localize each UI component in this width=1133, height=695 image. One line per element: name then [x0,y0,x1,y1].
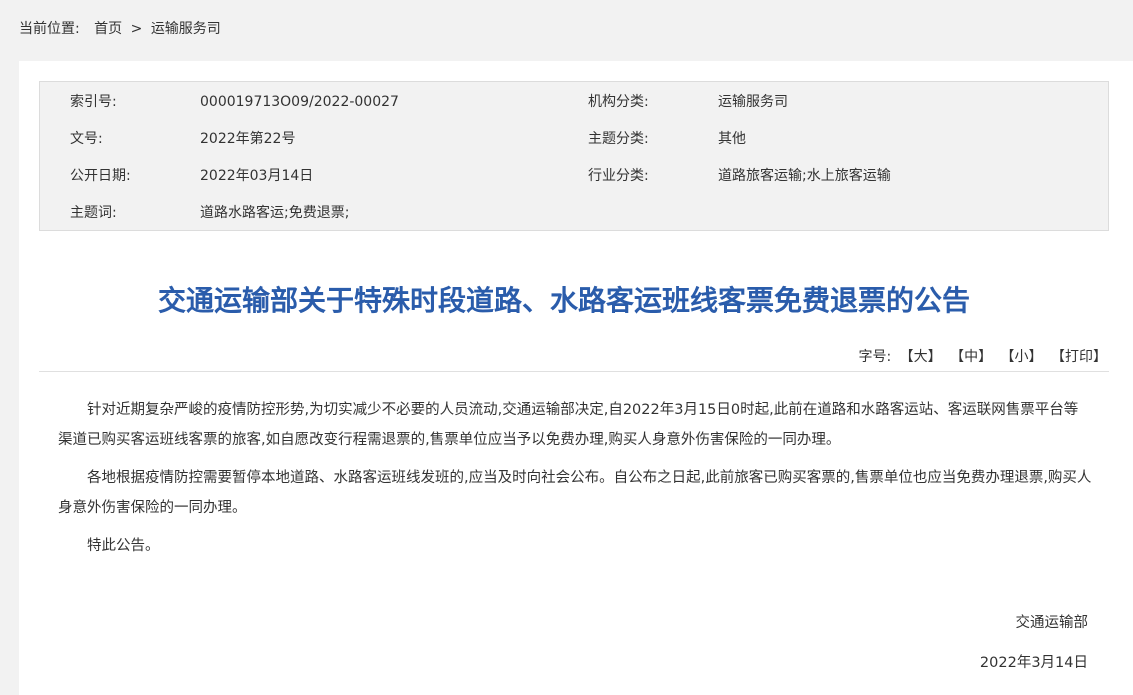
metadata-table: 索引号: 000019713O09/2022-00027 机构分类: 运输服务司… [39,81,1109,231]
signature: 交通运输部 [1015,615,1089,631]
font-size-controls: 字号: 【大】 【中】 【小】 【打印】 [858,346,1107,366]
breadcrumb: 当前位置: 首页 > 运输服务司 [19,19,221,39]
meta-index-label: 索引号: [70,94,117,110]
breadcrumb-lead: 当前位置: [19,21,80,37]
meta-keywords-value: 道路水路客运;免费退票; [200,205,350,221]
meta-topic-value: 其他 [718,131,746,147]
meta-org-value: 运输服务司 [718,94,788,110]
meta-industry-value: 道路旅客运输;水上旅客运输 [718,168,891,184]
content-panel: 索引号: 000019713O09/2022-00027 机构分类: 运输服务司… [19,61,1133,695]
meta-keywords-label: 主题词: [70,205,117,221]
meta-date-label: 公开日期: [70,168,131,184]
font-small-button[interactable]: 【小】 [1001,349,1043,365]
article-body: 针对近期复杂严峻的疫情防控形势,为切实减少不必要的人员流动,交通运输部决定,自2… [58,395,1092,569]
meta-doc-value: 2022年第22号 [200,131,296,147]
paragraph: 针对近期复杂严峻的疫情防控形势,为切实减少不必要的人员流动,交通运输部决定,自2… [58,402,1079,448]
meta-topic-label: 主题分类: [588,131,649,147]
meta-index-value: 000019713O09/2022-00027 [200,94,399,110]
font-size-label: 字号: [858,349,892,365]
font-large-button[interactable]: 【大】 [900,349,942,365]
meta-date-value: 2022年03月14日 [200,168,314,184]
paragraph: 特此公告。 [87,538,160,554]
paragraph: 各地根据疫情防控需要暂停本地道路、水路客运班线发班的,应当及时向社会公布。自公布… [58,470,1092,516]
print-button[interactable]: 【打印】 [1051,349,1107,365]
meta-industry-label: 行业分类: [588,168,649,184]
breadcrumb-current-link[interactable]: 运输服务司 [151,21,221,37]
meta-doc-label: 文号: [70,131,103,147]
breadcrumb-home-link[interactable]: 首页 [94,21,122,37]
divider [39,371,1109,372]
breadcrumb-separator: > [130,21,143,37]
font-medium-button[interactable]: 【中】 [950,349,992,365]
sign-date: 2022年3月14日 [979,655,1088,671]
article-title: 交通运输部关于特殊时段道路、水路客运班线客票免费退票的公告 [157,284,970,317]
meta-org-label: 机构分类: [588,94,649,110]
